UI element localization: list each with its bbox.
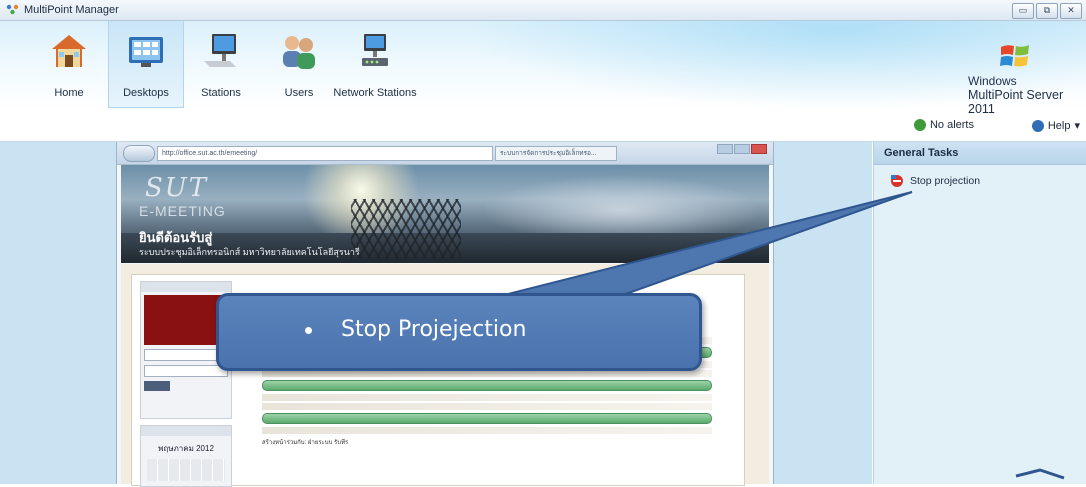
banner-title: SUT bbox=[145, 173, 209, 203]
calendar-title: พฤษภาคม 2012 bbox=[158, 444, 214, 453]
general-tasks-header: General Tasks bbox=[874, 142, 1086, 165]
alerts-indicator[interactable]: No alerts bbox=[913, 119, 974, 131]
chevron-down-icon: ▾ bbox=[1074, 120, 1080, 132]
calendar-box: พฤษภาคม 2012 bbox=[140, 425, 232, 487]
tower-image bbox=[351, 199, 461, 259]
windows-flag-icon bbox=[1000, 45, 1029, 67]
help-label: Help bbox=[1047, 119, 1071, 132]
site-footnote: สร้างหน้าร่วมกับ: ฝ่ายระบบ รับทีร bbox=[262, 440, 349, 446]
nav-desktops-button[interactable]: Desktops bbox=[108, 21, 184, 108]
window-title: MultiPoint Manager bbox=[24, 4, 119, 16]
banner-welcome-sub: ระบบประชุมอิเล็กทรอนิกส์ มหาวิทยาลัยเทคโ… bbox=[139, 247, 360, 257]
bullet-icon bbox=[305, 327, 312, 334]
browser-address-bar: http://office.sut.ac.th/emeeting/ bbox=[157, 146, 493, 161]
brand-windows: Windows bbox=[968, 74, 1017, 88]
nav-home-button[interactable]: Home bbox=[32, 21, 106, 107]
windows-multipoint-logo: Windows MultiPoint Server 2011 bbox=[968, 41, 1080, 116]
desktops-icon bbox=[129, 37, 163, 67]
general-tasks-panel: General Tasks Stop projection bbox=[873, 142, 1086, 484]
help-icon bbox=[1031, 119, 1044, 132]
ribbon: Home Desktops Stations Users Network Sta… bbox=[0, 21, 1086, 116]
banner-subtitle: E-MEETING bbox=[139, 203, 226, 219]
browser-tab: ระบบการจัดการประชุมอิเล็กทรอ... bbox=[495, 146, 617, 161]
nav-home-label: Home bbox=[54, 87, 84, 99]
stop-projection-label: Stop projection bbox=[910, 175, 981, 187]
annotation-callout: Stop Projejection bbox=[216, 293, 702, 371]
stop-projection-link[interactable]: Stop projection bbox=[890, 174, 980, 188]
nav-stations-label: Stations bbox=[201, 87, 241, 99]
browser-toolbar: http://office.sut.ac.th/emeeting/ ระบบกา… bbox=[117, 142, 773, 165]
nav-desktops-label: Desktops bbox=[123, 87, 169, 99]
nav-users-label: Users bbox=[284, 87, 314, 99]
browser-window-controls bbox=[717, 144, 767, 154]
network-stations-icon bbox=[362, 34, 388, 66]
multipoint-app-icon bbox=[6, 4, 19, 15]
stations-icon bbox=[204, 34, 236, 67]
status-strip: No alerts Help ▾ bbox=[0, 109, 1086, 142]
minimize-button[interactable]: ▭ bbox=[1012, 3, 1034, 19]
house-icon bbox=[52, 35, 86, 67]
nav-network-stations-button[interactable]: Network Stations bbox=[333, 21, 417, 107]
users-icon bbox=[283, 36, 315, 69]
callout-text: Stop Projejection bbox=[341, 317, 527, 342]
nav-network-stations-label: Network Stations bbox=[333, 87, 417, 99]
title-bar: MultiPoint Manager ▭ ⧉ ✕ bbox=[0, 0, 1086, 21]
window-controls: ▭ ⧉ ✕ bbox=[1012, 3, 1082, 19]
brand-product: MultiPoint Server 2011 bbox=[968, 88, 1064, 116]
site-banner: SUT E-MEETING ยินดีต้อนรับสู่ ระบบประชุม… bbox=[121, 165, 769, 263]
close-button[interactable]: ✕ bbox=[1060, 3, 1082, 19]
nav-stations-button[interactable]: Stations bbox=[184, 21, 258, 107]
nav-users-button[interactable]: Users bbox=[262, 21, 336, 107]
browser-nav-buttons bbox=[123, 145, 155, 162]
stop-projection-icon bbox=[891, 175, 903, 187]
help-menu[interactable]: Help ▾ bbox=[1031, 119, 1080, 132]
check-icon bbox=[913, 119, 926, 131]
restore-button[interactable]: ⧉ bbox=[1036, 3, 1058, 19]
alerts-label: No alerts bbox=[929, 119, 974, 131]
